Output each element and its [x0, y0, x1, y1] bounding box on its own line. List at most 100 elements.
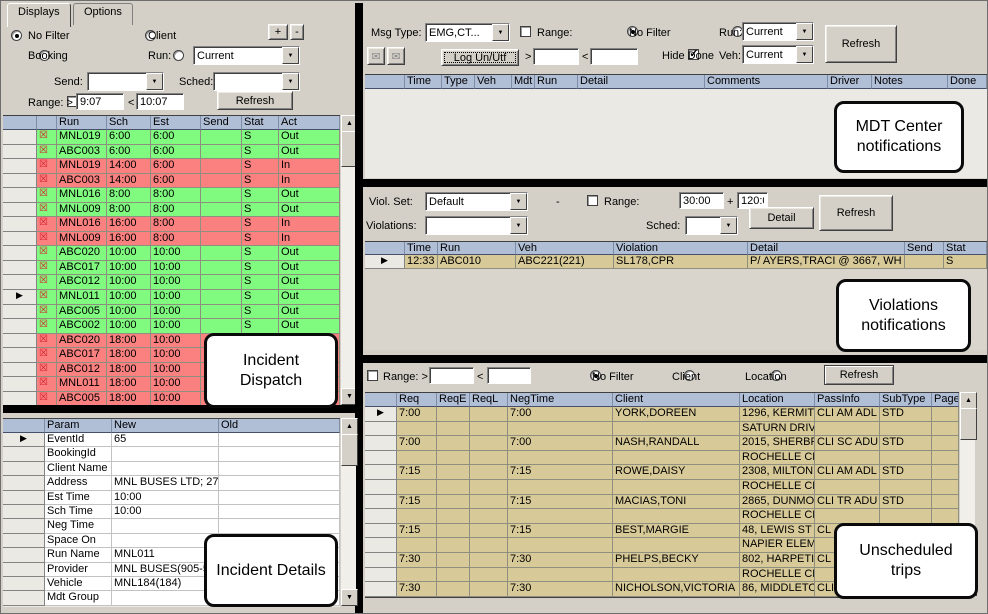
cell-stat[interactable]: S [242, 319, 279, 334]
row-selector-cell[interactable] [3, 591, 45, 605]
row-selector-cell[interactable] [3, 305, 37, 320]
cell-client[interactable]: YORK,DOREEN [613, 407, 740, 422]
column-header[interactable]: SubType [880, 393, 932, 407]
column-header[interactable]: Done [948, 75, 987, 89]
cell-sch[interactable]: 16:00 [107, 217, 151, 232]
cell-location[interactable]: 48, LEWIS ST [740, 524, 815, 539]
cell-param[interactable]: EventId [45, 433, 112, 447]
forward-message-icon-button[interactable]: ✉ [387, 47, 405, 65]
cell-req[interactable] [397, 509, 437, 524]
cell-est[interactable]: 6:00 [151, 159, 201, 174]
column-header[interactable]: Client [613, 393, 740, 407]
cell-reqe[interactable] [437, 582, 470, 597]
cell-req[interactable]: 7:00 [397, 436, 437, 451]
scrollbar-thumb[interactable] [960, 408, 977, 440]
cell-reqe[interactable] [437, 407, 470, 422]
cell-detail[interactable]: P/ AYERS,TRACI @ 3667, WH [748, 255, 905, 269]
cell-client[interactable] [613, 451, 740, 466]
row-selector-cell[interactable] [3, 217, 37, 232]
chevron-down-icon[interactable]: ▼ [146, 73, 163, 90]
row-selector-cell[interactable] [365, 524, 397, 539]
cell-subtype[interactable] [880, 480, 932, 495]
cell-reqe[interactable] [437, 495, 470, 510]
cell-old[interactable] [219, 433, 340, 447]
cell-act[interactable]: Out [279, 275, 340, 290]
cell-est[interactable]: 10:00 [151, 392, 201, 406]
cell-run[interactable]: MNL009 [57, 232, 107, 247]
cell-stat[interactable]: S [242, 145, 279, 160]
cell-passinfo[interactable]: CLI SC ADU [815, 436, 880, 451]
row-selector-cell[interactable] [3, 363, 37, 378]
cell-run[interactable]: ABC003 [57, 174, 107, 189]
cell-send[interactable] [201, 217, 242, 232]
cell-est[interactable]: 8:00 [151, 217, 201, 232]
column-header[interactable]: ReqL [470, 393, 508, 407]
dispatch-no-filter-radio[interactable] [11, 30, 22, 41]
cell-icon[interactable]: ☒ [37, 363, 57, 378]
column-header[interactable]: Stat [944, 242, 987, 255]
cell-run[interactable]: ABC017 [57, 348, 107, 363]
column-header[interactable]: Req [397, 393, 437, 407]
table-row[interactable]: Est Time10:00 [3, 491, 340, 505]
cell-passinfo[interactable]: CLI AM ADL [815, 407, 880, 422]
cell-reql[interactable] [470, 407, 508, 422]
column-header[interactable]: Page [932, 393, 959, 407]
cell-page[interactable] [932, 509, 959, 524]
row-selector-cell[interactable] [3, 534, 45, 548]
cell-location[interactable]: 1296, KERMIT [740, 407, 815, 422]
row-selector-cell[interactable] [365, 480, 397, 495]
column-header[interactable]: Driver [828, 75, 872, 89]
cell-subtype[interactable] [880, 422, 932, 437]
cell-act[interactable]: Out [279, 145, 340, 160]
cell-reqe[interactable] [437, 451, 470, 466]
cell-new[interactable] [112, 534, 219, 548]
cell-client[interactable]: BEST,MARGIE [613, 524, 740, 539]
cell-passinfo[interactable] [815, 480, 880, 495]
table-row[interactable]: Sch Time10:00 [3, 505, 340, 519]
cell-old[interactable] [219, 462, 340, 476]
table-row[interactable]: ▶☒MNL01110:0010:00SOut [3, 290, 340, 305]
column-header[interactable]: Param [45, 419, 112, 433]
cell-reql[interactable] [470, 451, 508, 466]
table-row[interactable]: Client Name [3, 462, 340, 476]
cell-send[interactable] [201, 174, 242, 189]
cell-reql[interactable] [470, 422, 508, 437]
cell-stat[interactable]: S [242, 261, 279, 276]
column-header[interactable]: Time [405, 75, 442, 89]
cell-reqe[interactable] [437, 480, 470, 495]
cell-stat[interactable]: S [242, 305, 279, 320]
cell-run[interactable]: ABC003 [57, 145, 107, 160]
cell-send[interactable] [201, 275, 242, 290]
table-row[interactable]: 7:157:15ROWE,DAISY2308, MILTONCLI AM ADL… [365, 465, 959, 480]
cell-page[interactable] [932, 495, 959, 510]
cell-passinfo[interactable]: CLI TR ADU [815, 495, 880, 510]
cell-negtime[interactable] [508, 597, 613, 598]
scroll-up-icon[interactable]: ▲ [960, 392, 977, 409]
cell-negtime[interactable] [508, 538, 613, 553]
cell-est[interactable]: 8:00 [151, 232, 201, 247]
cell-client[interactable]: ROWE,DAISY [613, 465, 740, 480]
cell-sch[interactable]: 18:00 [107, 392, 151, 406]
cell-run[interactable]: MNL011 [57, 290, 107, 305]
cell-passinfo[interactable] [815, 422, 880, 437]
cell-est[interactable]: 6:00 [151, 130, 201, 145]
cell-sch[interactable]: 10:00 [107, 275, 151, 290]
cell-reqe[interactable] [437, 465, 470, 480]
cell-param[interactable]: Provider [45, 563, 112, 577]
cell-act[interactable]: Out [279, 319, 340, 334]
scroll-up-icon[interactable]: ▲ [341, 418, 358, 435]
cell-negtime[interactable] [508, 480, 613, 495]
cell-negtime[interactable]: 7:00 [508, 436, 613, 451]
cell-act[interactable]: Out [279, 305, 340, 320]
cell-location[interactable]: ROCHELLE CE [740, 451, 815, 466]
cell-icon[interactable]: ☒ [37, 246, 57, 261]
dispatch-range-from-input[interactable] [76, 93, 124, 110]
cell-est[interactable]: 10:00 [151, 363, 201, 378]
cell-est[interactable]: 8:00 [151, 188, 201, 203]
row-selector-cell[interactable] [3, 246, 37, 261]
cell-icon[interactable]: ☒ [37, 290, 57, 305]
cell-sch[interactable]: 10:00 [107, 261, 151, 276]
row-selector-cell[interactable] [365, 422, 397, 437]
column-header[interactable]: Veh [475, 75, 512, 89]
table-row[interactable]: ☒ABC01710:0010:00SOut [3, 261, 340, 276]
